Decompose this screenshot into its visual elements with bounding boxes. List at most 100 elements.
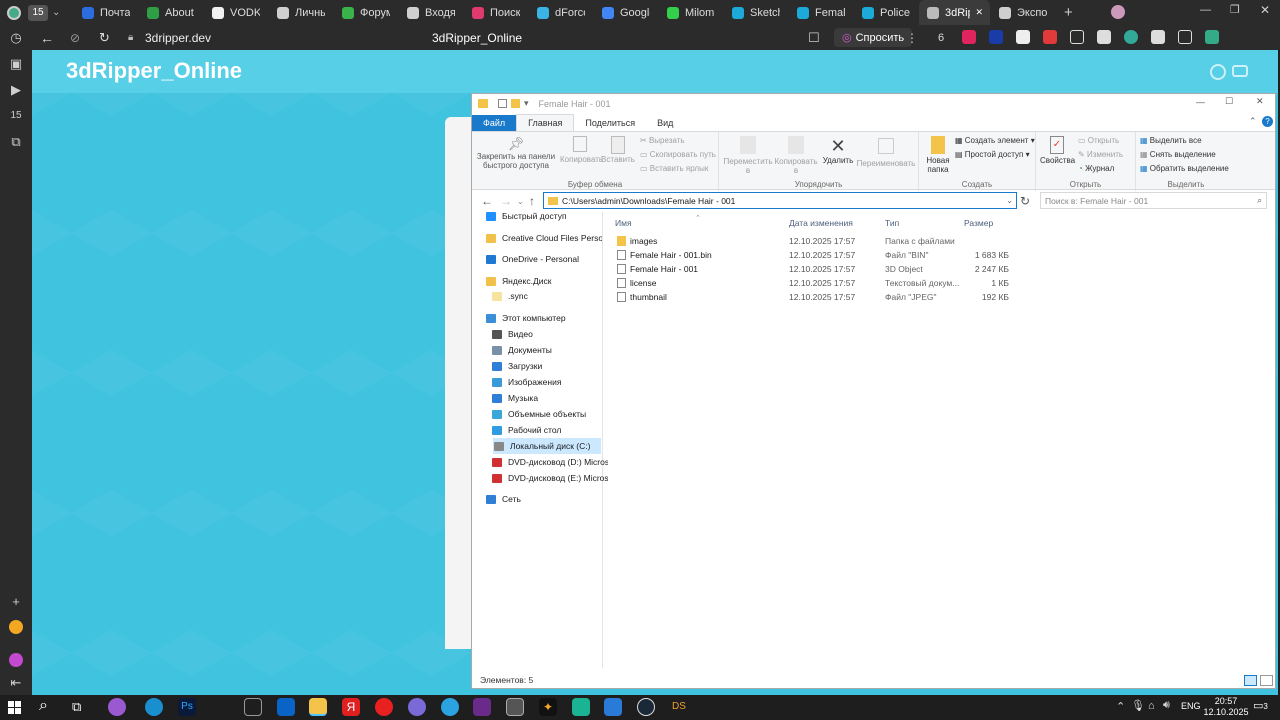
window-restore-button[interactable]: ❐ (1230, 3, 1240, 16)
browser-tab[interactable]: Поиск п (464, 0, 529, 25)
browser-tab[interactable]: Police C (854, 0, 919, 25)
more-icon[interactable]: ⋮ (906, 31, 918, 45)
nav-item[interactable]: Музыка (492, 390, 608, 406)
paste-shortcut-button[interactable]: ▭ Вставить ярлык (640, 164, 708, 173)
file-row[interactable]: license 12.10.2025 17:57 Текстовый докум..… (605, 276, 1275, 290)
nav-item[interactable]: OneDrive - Personal (486, 251, 602, 267)
select-all-button[interactable]: ▦ Выделить все (1140, 136, 1202, 145)
invert-selection-button[interactable]: ▦ Обратить выделение (1140, 164, 1229, 173)
ribbon-collapse-icon[interactable]: ⌃ (1249, 116, 1257, 127)
explorer-maximize-button[interactable]: ☐ (1225, 96, 1233, 107)
browser-tab[interactable]: MilomLi (659, 0, 724, 25)
select-none-button[interactable]: ▦ Снять выделение (1140, 150, 1216, 159)
path-dropdown-icon[interactable]: ⌄ (1006, 196, 1013, 205)
open-button[interactable]: ▭ Открыть (1078, 136, 1119, 145)
browser-tab[interactable]: About M (139, 0, 204, 25)
file-row[interactable]: thumbnail 12.10.2025 17:57 Файл "JPEG" 192 … (605, 290, 1275, 304)
calendar-icon[interactable]: 15 (8, 108, 24, 124)
youtube-icon[interactable] (1232, 65, 1248, 77)
delete-button[interactable]: ✕ Удалить (822, 136, 854, 165)
window-minimize-button[interactable]: — (1200, 4, 1211, 16)
nav-item[interactable]: Рабочий стол (492, 422, 608, 438)
browser-tab[interactable]: VODKA (204, 0, 269, 25)
nav-item[interactable]: Видео (492, 326, 608, 342)
tab-close-icon[interactable]: ✕ (976, 7, 982, 18)
pin-button[interactable]: 📌︎ Закрепить на панели быстрого доступа (476, 136, 556, 170)
browser-tab[interactable]: dForce (529, 0, 594, 25)
copy-to-button[interactable]: Копировать в (774, 136, 818, 175)
details-view-icon[interactable] (1244, 675, 1257, 686)
tab-file[interactable]: Файл (472, 115, 517, 131)
collections-icon[interactable]: ▣ (8, 56, 24, 72)
volume-icon[interactable]: 🔊︎ (1163, 699, 1170, 712)
new-item-button[interactable]: ▦ Создать элемент ▾ (955, 136, 1035, 145)
ask-button[interactable]: ◎ Спросить (834, 28, 913, 47)
nav-item[interactable]: Быстрый доступ (486, 208, 602, 224)
language-indicator[interactable]: ENG (1181, 701, 1201, 711)
ext-shield-icon[interactable] (1043, 30, 1057, 44)
tab-share[interactable]: Поделиться (574, 115, 646, 131)
nav-item[interactable]: .sync (492, 288, 608, 304)
ext-vr-icon[interactable] (1070, 30, 1084, 44)
column-name[interactable]: Имя (615, 218, 632, 228)
new-folder-button[interactable]: Новая папка (923, 136, 953, 174)
winrar-icon[interactable] (473, 698, 491, 716)
ext-mk-icon[interactable] (1151, 30, 1165, 44)
window-close-button[interactable]: ✕ (1260, 3, 1270, 17)
nav-item[interactable]: Объемные объекты (492, 406, 608, 422)
easy-access-button[interactable]: ▤ Простой доступ ▾ (955, 150, 1030, 159)
browser-tab[interactable]: Female (789, 0, 854, 25)
add-panel-icon[interactable]: + (8, 594, 24, 610)
browser-tab[interactable]: Google (594, 0, 659, 25)
app-green-icon[interactable] (572, 698, 590, 716)
protect-icon[interactable]: ⊘ (70, 31, 80, 45)
history-icon[interactable]: ◷ (8, 30, 24, 46)
column-size[interactable]: Размер (964, 218, 993, 228)
explorer-taskbar-icon[interactable] (309, 698, 327, 716)
qat-properties-icon[interactable] (498, 99, 507, 108)
browser-tab[interactable]: Экспор (991, 0, 1056, 25)
browser-tab[interactable]: Форум (334, 0, 399, 25)
yandex-icon[interactable]: Я (342, 698, 360, 716)
ext-diamond-icon[interactable] (1016, 30, 1030, 44)
mic-icon[interactable]: 🎙︎ (1131, 699, 1145, 712)
ext-b-icon[interactable] (1097, 30, 1111, 44)
explorer-close-button[interactable]: ✕ (1256, 96, 1264, 107)
explorer-minimize-button[interactable]: — (1196, 97, 1205, 107)
browser-logo-icon[interactable] (0, 0, 28, 25)
discord-icon[interactable] (408, 698, 426, 716)
nav-back-icon[interactable]: ← (481, 194, 493, 208)
nav-item[interactable]: DVD-дисковод (E:) Micros (492, 470, 608, 486)
file-row[interactable]: images 12.10.2025 17:57 Папка с файлами (605, 234, 1275, 248)
network-icon[interactable]: ⌂ (1148, 700, 1155, 712)
terminal-icon[interactable] (506, 698, 524, 716)
tab-count-badge[interactable]: 15 (28, 4, 48, 21)
url-text[interactable]: 3dripper.dev (145, 31, 211, 45)
rename-button[interactable]: Переименовать (856, 136, 916, 168)
nav-item[interactable]: Локальный диск (C:) (493, 438, 601, 454)
file-row[interactable]: Female Hair - 001 12.10.2025 17:57 3D Obje… (605, 262, 1275, 276)
browser-tab[interactable]: 3dRip ✕ (919, 0, 991, 25)
extension-badge[interactable]: 6 (938, 32, 944, 44)
nav-item[interactable]: Документы (492, 342, 608, 358)
qat-newfolder-icon[interactable] (511, 99, 520, 108)
notifications-button[interactable]: ▭3 (1253, 699, 1268, 712)
app-blue-icon[interactable] (604, 698, 622, 716)
paste-button[interactable]: Вставить (600, 136, 636, 164)
tiles-view-icon[interactable] (1260, 675, 1273, 686)
nav-item[interactable]: Загрузки (492, 358, 608, 374)
tray-chevron-icon[interactable]: ⌃ (1116, 700, 1125, 713)
history-button[interactable]: ◔ Журнал (1078, 164, 1114, 173)
edge-icon[interactable] (145, 698, 163, 716)
nav-item[interactable]: Этот компьютер (486, 310, 602, 326)
tab-view[interactable]: Вид (646, 115, 684, 131)
photoshop-icon[interactable]: Ps (178, 698, 196, 716)
refresh-icon[interactable]: ↻ (1020, 194, 1030, 208)
search-taskbar-icon[interactable]: ⌕ (39, 697, 48, 715)
taskbar-app-icon[interactable] (108, 698, 126, 716)
move-to-button[interactable]: Переместить в (723, 136, 773, 175)
nav-recent-icon[interactable]: ⌄ (517, 197, 524, 206)
clock[interactable]: 20:57 12.10.2025 (1203, 696, 1249, 718)
screenshot-icon[interactable]: ⧉ (8, 134, 24, 150)
search-input[interactable]: Поиск в: Female Hair - 001 ⌕ (1040, 192, 1267, 209)
